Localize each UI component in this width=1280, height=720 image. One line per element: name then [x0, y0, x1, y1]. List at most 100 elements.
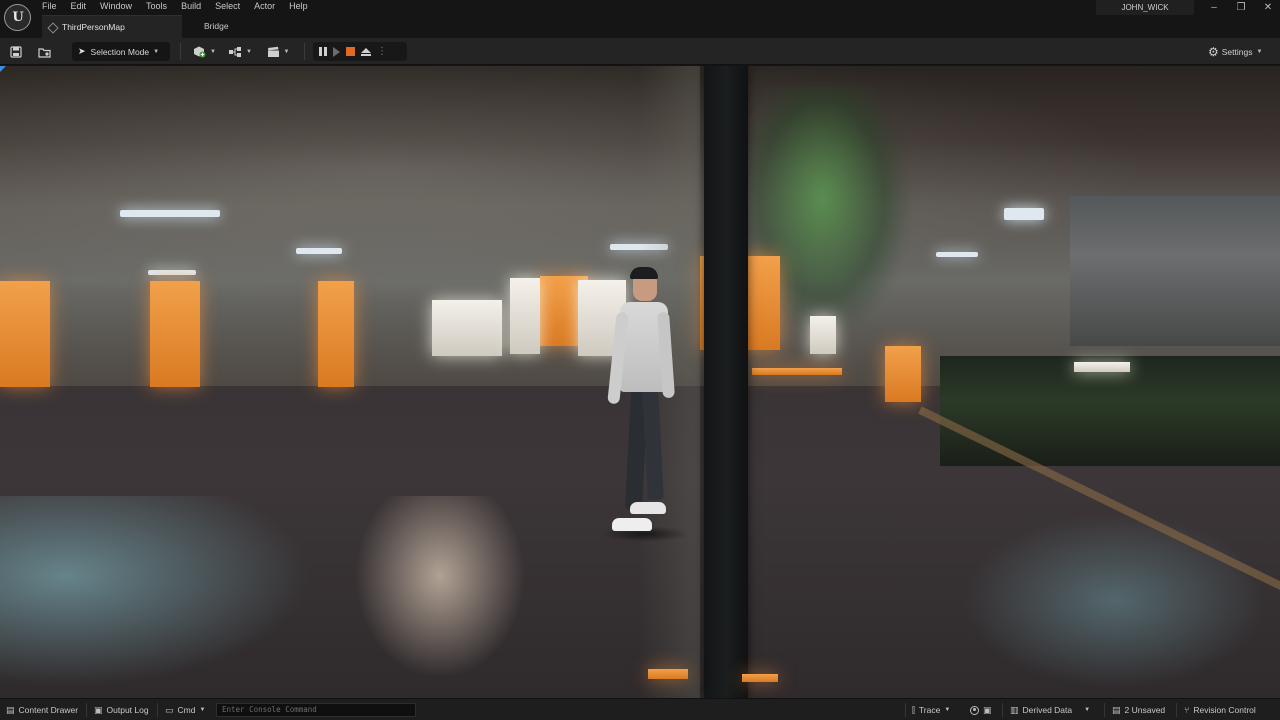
status-divider	[905, 703, 906, 717]
revision-control-label: Revision Control	[1193, 705, 1256, 715]
snapshot-icon[interactable]: ▣	[983, 705, 992, 716]
cinematics-button[interactable]: ▼	[264, 42, 292, 61]
chevron-down-icon: ▼	[199, 707, 206, 713]
building	[1070, 196, 1280, 346]
add-actor-button[interactable]: ▼	[190, 42, 218, 61]
tab-label: ThirdPersonMap	[62, 22, 125, 32]
trace-icon: ⫿	[912, 704, 915, 715]
chevron-down-icon: ▼	[246, 48, 252, 55]
database-icon: ▥	[1010, 704, 1019, 715]
foreground-pole	[704, 66, 748, 698]
status-divider	[1176, 703, 1177, 717]
output-log-label: Output Log	[106, 705, 149, 715]
ground-reflection	[950, 506, 1280, 696]
chevron-down-icon: ▼	[944, 707, 951, 713]
storefront-light	[1074, 362, 1130, 372]
blueprints-button[interactable]: ▼	[226, 42, 254, 61]
lit-sign	[885, 346, 921, 402]
street-lamp	[1004, 208, 1044, 220]
settings-button[interactable]: ⚙ Settings ▼	[1208, 42, 1274, 61]
cmd-label: Cmd	[177, 705, 196, 715]
storefront-light	[510, 278, 540, 354]
chevron-down-icon: ▼	[1256, 48, 1263, 55]
pause-icon[interactable]	[319, 47, 327, 56]
folder-icon	[37, 47, 51, 58]
tab-label: Bridge	[204, 21, 229, 31]
status-divider	[1104, 703, 1105, 717]
status-divider	[1002, 703, 1003, 717]
unreal-logo-icon[interactable]: U	[4, 4, 31, 31]
menu-window[interactable]: Window	[100, 0, 132, 13]
content-drawer-button[interactable]: ▤ Content Drawer	[6, 699, 78, 720]
eject-icon[interactable]	[361, 47, 371, 56]
revision-control-button[interactable]: ⑂ Revision Control	[1184, 699, 1256, 720]
console-command-input[interactable]: Enter Console Command	[216, 703, 416, 717]
menu-tools[interactable]: Tools	[146, 0, 167, 13]
unsaved-button[interactable]: ▤ 2 Unsaved	[1112, 699, 1165, 720]
gear-icon: ⚙	[1208, 44, 1219, 59]
cmd-dropdown[interactable]: ▭ Cmd ▼	[165, 699, 205, 720]
ground-light-reflection	[742, 674, 778, 682]
status-divider	[157, 703, 158, 717]
viewport-focus-marker	[0, 66, 6, 72]
ground-reflection	[340, 496, 540, 696]
menu-actor[interactable]: Actor	[254, 0, 275, 13]
menu-help[interactable]: Help	[289, 0, 308, 13]
level-viewport[interactable]	[0, 66, 1280, 698]
street-lamp	[120, 210, 220, 217]
ground-light-reflection	[648, 669, 688, 679]
menu-edit[interactable]: Edit	[71, 0, 87, 13]
ground-reflection	[0, 496, 330, 696]
terminal-icon: ▭	[165, 704, 174, 715]
title-bar: U File Edit Window Tools Build Select Ac…	[0, 0, 1280, 38]
menu-build[interactable]: Build	[181, 0, 201, 13]
main-toolbar: ➤ Selection Mode ▼ ▼ ▼ ▼ ⋮ ⚙ Settings ▼	[0, 38, 1280, 65]
selection-mode-dropdown[interactable]: ➤ Selection Mode ▼	[72, 42, 170, 61]
restore-button[interactable]: ❐	[1233, 1, 1249, 15]
menu-file[interactable]: File	[42, 0, 57, 13]
browse-button[interactable]	[36, 42, 52, 61]
save-icon	[10, 45, 22, 58]
tab-third-person-map[interactable]: ThirdPersonMap	[42, 15, 182, 38]
document-tabs: ThirdPersonMap Bridge	[42, 15, 252, 38]
lit-sign	[318, 281, 354, 387]
save-button[interactable]	[8, 42, 24, 61]
user-badge[interactable]: JOHN_WICK	[1096, 0, 1194, 15]
more-options-icon[interactable]: ⋮	[377, 46, 387, 57]
toolbar-divider	[304, 43, 305, 60]
play-controls: ⋮	[313, 42, 407, 61]
stop-icon[interactable]	[346, 47, 355, 56]
chevron-down-icon: ▼	[153, 48, 160, 55]
unsaved-file-icon: ▤	[1112, 704, 1121, 715]
derived-data-label: Derived Data	[1022, 705, 1073, 715]
status-divider	[86, 703, 87, 717]
tab-bridge[interactable]: Bridge	[182, 15, 252, 38]
settings-label: Settings	[1221, 46, 1253, 57]
lit-sign	[150, 281, 200, 387]
frame-skip-icon[interactable]	[333, 46, 340, 57]
derived-data-dropdown[interactable]: ▥ Derived Data ▼	[1010, 699, 1090, 720]
main-menu: File Edit Window Tools Build Select Acto…	[42, 0, 322, 13]
selection-mode-label: Selection Mode	[90, 46, 150, 57]
character-shoe	[630, 502, 666, 514]
revision-control-icon: ⑂	[1184, 705, 1190, 715]
record-trace-button[interactable]: ▣	[970, 699, 996, 720]
output-log-icon: ▣	[94, 704, 103, 715]
menu-select[interactable]: Select	[215, 0, 240, 13]
content-drawer-label: Content Drawer	[18, 705, 79, 715]
trace-dropdown[interactable]: ⫿ Trace ▼	[912, 699, 950, 720]
status-bar: ▤ Content Drawer ▣ Output Log ▭ Cmd ▼ En…	[0, 698, 1280, 720]
storefront-light	[432, 300, 502, 356]
add-cube-icon	[194, 46, 206, 58]
character-cap	[630, 267, 658, 279]
content-drawer-icon: ▤	[6, 704, 15, 715]
close-button[interactable]: ✕	[1260, 1, 1276, 15]
chevron-down-icon: ▼	[1084, 707, 1091, 713]
clapperboard-icon	[267, 46, 279, 57]
street-lamp	[148, 270, 196, 275]
character-shoe	[612, 518, 652, 531]
blueprint-nodes-icon	[229, 46, 242, 57]
output-log-button[interactable]: ▣ Output Log	[94, 699, 149, 720]
record-icon	[970, 705, 979, 715]
minimize-button[interactable]: –	[1206, 1, 1222, 15]
